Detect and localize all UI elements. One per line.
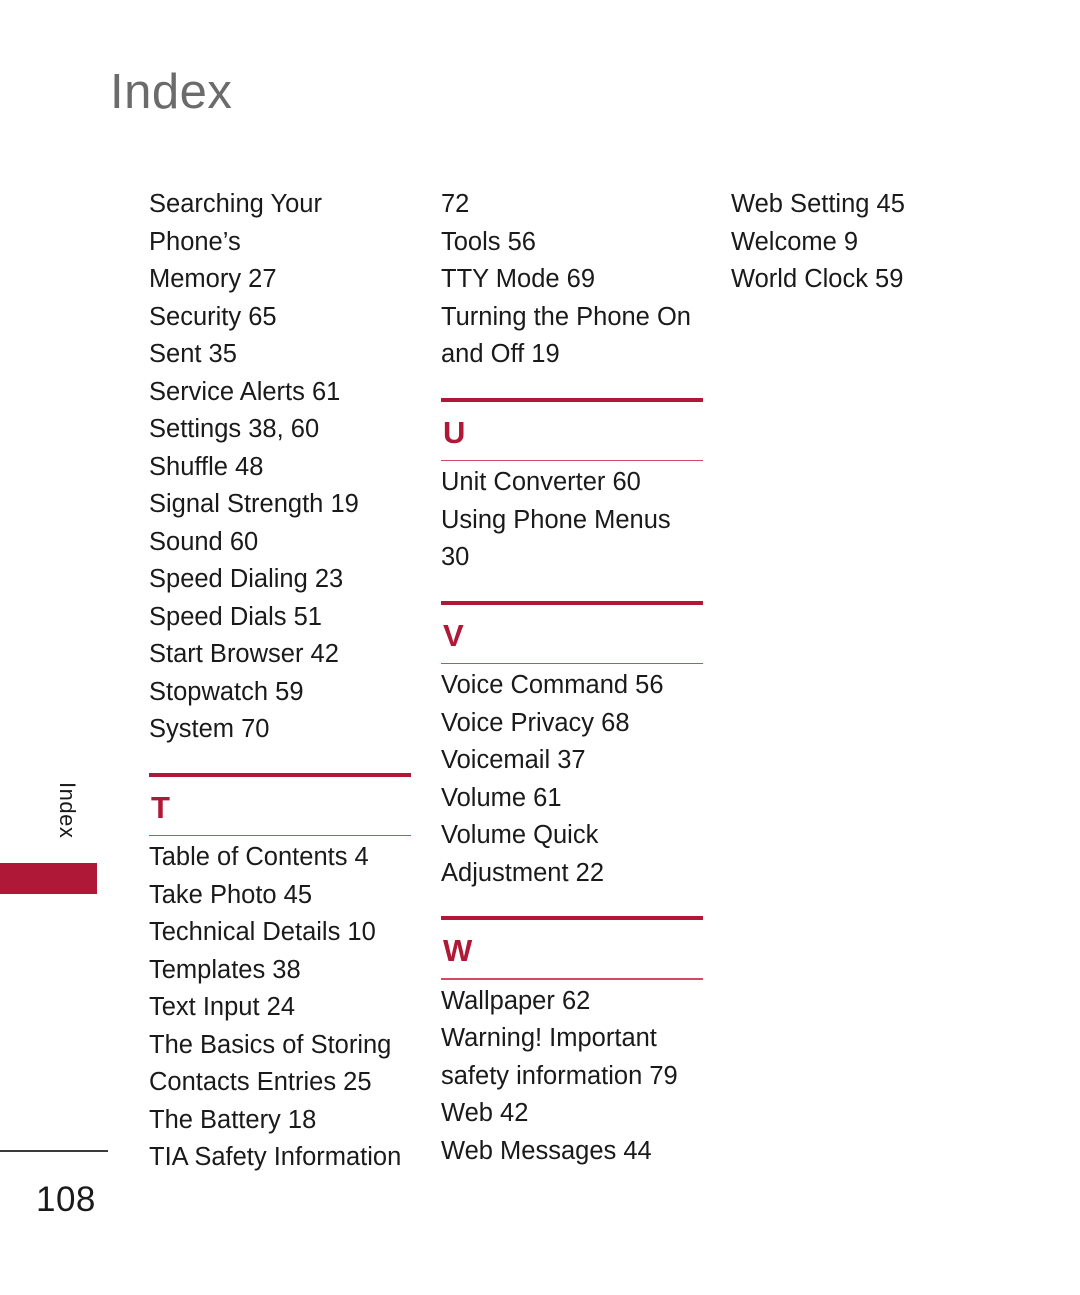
index-column-1: Searching Your Phone’s Memory 27 Security… [149,186,411,1177]
index-entry: Web 42 [441,1099,529,1128]
index-column-3: Web Setting 45 Welcome 9 World Clock 59 [731,186,993,299]
index-entry: Templates 38 [149,955,301,984]
section-letter: W [443,933,473,969]
index-entry: System 70 [149,715,270,743]
index-entry: Wallpaper 62 [441,986,591,1015]
index-entry: The Battery 18 [149,1105,317,1134]
index-entry: Unit Converter 60 [441,468,641,497]
index-entry: Warning! Important safety information 79 [441,1024,678,1090]
index-entry: Service Alerts 61 [149,377,341,406]
section-rule-bottom [441,978,703,980]
index-entry: Turning the Phone On and Off 19 [441,302,691,369]
index-column-2: 72 Tools 56 TTY Mode 69 Turning the Phone O… [441,186,703,1170]
index-entry: Text Input 24 [149,993,296,1022]
index-section-w: W [441,916,703,980]
section-letter: T [151,789,170,825]
section-rule-bottom [441,459,703,462]
index-entry: Using Phone Menus 30 [441,505,671,572]
index-entry: Sound 60 [149,527,259,556]
index-entry: Volume 61 [441,783,562,812]
section-rule-bottom [149,834,411,837]
index-section-u: U [441,397,703,462]
index-entry: Web Setting 45 [731,190,905,218]
index-entry: Voicemail 37 [441,746,586,775]
index-entry: Tools 56 [441,227,536,256]
index-entry: Shuffle 48 [149,452,264,481]
index-entry: Table of Contents 4 [149,843,369,872]
index-entry: Searching Your Phone’s Memory 27 [149,190,322,293]
section-rule-bottom [441,662,703,665]
index-section-v: V [441,600,703,665]
index-entry: 72 [441,190,470,218]
index-entry: Volume Quick Adjustment 22 [441,821,605,887]
index-entry: Settings 38, 60 [149,415,320,443]
index-entry: Take Photo 45 [149,880,313,909]
index-entry: TIA Safety Information [149,1143,402,1172]
index-entry: The Basics of Storing Contacts Entries 2… [149,1030,392,1097]
index-entry: Security 65 [149,302,277,331]
section-letter: U [443,414,466,450]
index-entry: TTY Mode 69 [441,265,596,293]
side-tab-accent-block [0,863,97,894]
page-title: Index [110,65,233,119]
page-number: 108 [36,1180,96,1219]
index-section-t: T [149,772,411,837]
index-entry: Voice Privacy 68 [441,708,630,737]
index-entry: World Clock 59 [731,265,904,293]
index-entry: Speed Dialing 23 [149,565,344,593]
footer-divider [0,1150,108,1152]
index-entry: Voice Command 56 [441,671,664,700]
index-entry: Sent 35 [149,340,237,368]
section-letter: V [443,617,464,653]
index-entry: Stopwatch 59 [149,677,304,706]
side-tab: Index [0,760,110,900]
side-tab-label: Index [55,781,80,839]
index-entry: Welcome 9 [731,227,859,256]
index-entry: Speed Dials 51 [149,602,322,631]
index-entry: Signal Strength 19 [149,490,359,518]
index-entry: Web Messages 44 [441,1136,652,1165]
index-entry: Start Browser 42 [149,640,339,668]
index-entry: Technical Details 10 [149,918,376,947]
